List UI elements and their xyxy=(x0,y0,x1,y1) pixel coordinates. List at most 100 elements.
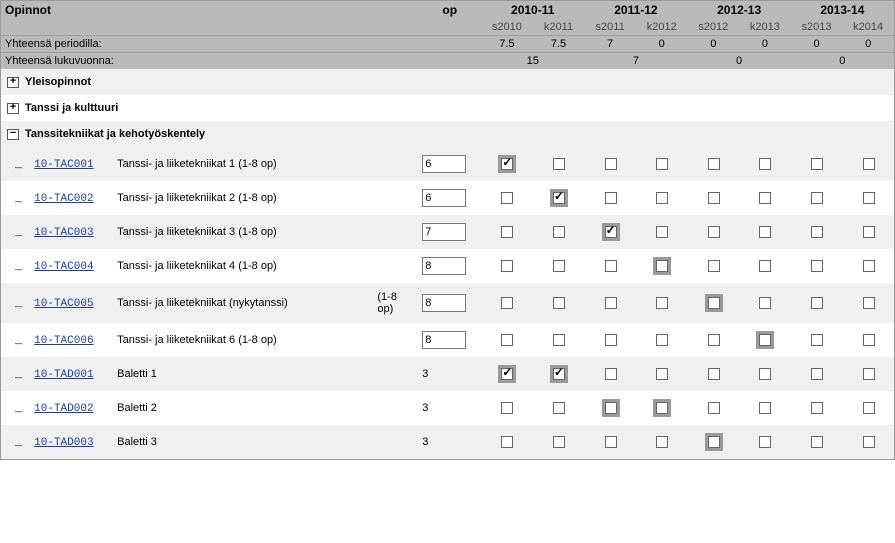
period-checkbox[interactable] xyxy=(759,368,771,380)
period-checkbox[interactable] xyxy=(553,402,565,414)
period-checkbox[interactable] xyxy=(708,226,720,238)
period-checkbox[interactable] xyxy=(863,402,875,414)
period-checkbox[interactable] xyxy=(553,260,565,272)
course-code-link[interactable]: 10-TAC004 xyxy=(34,261,93,273)
period-checkbox[interactable] xyxy=(501,192,513,204)
period-checkbox[interactable] xyxy=(708,260,720,272)
period-checkbox[interactable] xyxy=(811,297,823,309)
course-code-link[interactable]: 10-TAC003 xyxy=(34,227,93,239)
expand-icon[interactable]: + xyxy=(7,77,19,88)
period-checkbox[interactable] xyxy=(863,436,875,448)
course-code-link[interactable]: 10-TAC002 xyxy=(34,193,93,205)
period-checkbox[interactable] xyxy=(605,402,617,414)
period-checkbox[interactable] xyxy=(863,158,875,170)
period-checkbox[interactable] xyxy=(863,226,875,238)
period-checkbox[interactable] xyxy=(863,260,875,272)
course-name: Tanssi- ja liiketekniikat (nykytanssi) xyxy=(113,283,373,323)
period-checkbox[interactable] xyxy=(656,297,668,309)
period-checkbox[interactable] xyxy=(501,297,513,309)
tree-leaf-icon: _ xyxy=(1,391,30,425)
period-checkbox[interactable] xyxy=(759,158,771,170)
period-checkbox[interactable] xyxy=(501,260,513,272)
period-checkbox[interactable] xyxy=(605,436,617,448)
op-input[interactable] xyxy=(422,189,466,207)
section-row[interactable]: + Tanssi ja kulttuuri xyxy=(1,95,894,121)
course-code-link[interactable]: 10-TAD002 xyxy=(34,403,93,415)
course-row: _10-TAD003Baletti 33 xyxy=(1,425,894,459)
period-checkbox[interactable] xyxy=(708,334,720,346)
period-checkbox[interactable] xyxy=(811,226,823,238)
period-checkbox[interactable] xyxy=(605,297,617,309)
period-checkbox[interactable] xyxy=(605,334,617,346)
period-checkbox[interactable] xyxy=(759,436,771,448)
period-checkbox[interactable] xyxy=(501,226,513,238)
course-code-link[interactable]: 10-TAD001 xyxy=(34,369,93,381)
period-checkbox[interactable] xyxy=(553,226,565,238)
period-checkbox[interactable] xyxy=(708,402,720,414)
course-name: Baletti 3 xyxy=(113,425,373,459)
period-checkbox[interactable] xyxy=(553,192,565,204)
period-checkbox[interactable] xyxy=(811,334,823,346)
period-checkbox[interactable] xyxy=(863,192,875,204)
period-checkbox[interactable] xyxy=(708,297,720,309)
period-checkbox[interactable] xyxy=(759,297,771,309)
period-checkbox[interactable] xyxy=(656,158,668,170)
period-checkbox[interactable] xyxy=(811,436,823,448)
period-checkbox[interactable] xyxy=(605,368,617,380)
period-checkbox[interactable] xyxy=(553,334,565,346)
period-checkbox[interactable] xyxy=(811,368,823,380)
period-checkbox[interactable] xyxy=(708,368,720,380)
section-row[interactable]: +Yleisopinnot xyxy=(1,69,894,95)
period-checkbox[interactable] xyxy=(553,297,565,309)
collapse-icon[interactable]: − xyxy=(7,129,19,140)
period-checkbox[interactable] xyxy=(501,334,513,346)
period-checkbox[interactable] xyxy=(605,260,617,272)
period-checkbox[interactable] xyxy=(759,226,771,238)
period-total-2: 7 xyxy=(584,36,636,53)
period-checkbox[interactable] xyxy=(708,436,720,448)
period-checkbox[interactable] xyxy=(759,192,771,204)
period-checkbox[interactable] xyxy=(811,158,823,170)
course-code-link[interactable]: 10-TAC006 xyxy=(34,335,93,347)
period-checkbox[interactable] xyxy=(863,297,875,309)
period-checkbox[interactable] xyxy=(759,334,771,346)
section-title: Tanssi ja kulttuuri xyxy=(25,102,118,114)
period-checkbox[interactable] xyxy=(501,368,513,380)
period-checkbox[interactable] xyxy=(708,158,720,170)
period-checkbox[interactable] xyxy=(553,436,565,448)
course-code-link[interactable]: 10-TAC001 xyxy=(34,159,93,171)
period-checkbox[interactable] xyxy=(656,226,668,238)
period-label-6: s2013 xyxy=(791,19,843,36)
period-checkbox[interactable] xyxy=(656,334,668,346)
op-input[interactable] xyxy=(422,331,466,349)
period-checkbox[interactable] xyxy=(501,402,513,414)
op-input[interactable] xyxy=(422,257,466,275)
op-input[interactable] xyxy=(422,223,466,241)
period-checkbox[interactable] xyxy=(863,368,875,380)
period-checkbox[interactable] xyxy=(656,436,668,448)
period-checkbox[interactable] xyxy=(811,260,823,272)
course-code-link[interactable]: 10-TAC005 xyxy=(34,298,93,310)
op-input[interactable] xyxy=(422,155,466,173)
period-checkbox[interactable] xyxy=(759,260,771,272)
period-checkbox[interactable] xyxy=(656,260,668,272)
period-checkbox[interactable] xyxy=(656,368,668,380)
period-checkbox[interactable] xyxy=(656,402,668,414)
period-checkbox[interactable] xyxy=(708,192,720,204)
period-checkbox[interactable] xyxy=(553,368,565,380)
period-checkbox[interactable] xyxy=(759,402,771,414)
period-checkbox[interactable] xyxy=(553,158,565,170)
period-checkbox[interactable] xyxy=(501,158,513,170)
course-code-link[interactable]: 10-TAD003 xyxy=(34,437,93,449)
period-checkbox[interactable] xyxy=(605,226,617,238)
period-checkbox[interactable] xyxy=(863,334,875,346)
period-checkbox[interactable] xyxy=(811,402,823,414)
period-checkbox[interactable] xyxy=(501,436,513,448)
period-checkbox[interactable] xyxy=(605,192,617,204)
section-row[interactable]: −Tanssitekniikat ja kehotyöskentely xyxy=(1,121,894,147)
expand-icon[interactable]: + xyxy=(7,103,19,114)
period-checkbox[interactable] xyxy=(656,192,668,204)
op-input[interactable] xyxy=(422,294,466,312)
period-checkbox[interactable] xyxy=(811,192,823,204)
period-checkbox[interactable] xyxy=(605,158,617,170)
